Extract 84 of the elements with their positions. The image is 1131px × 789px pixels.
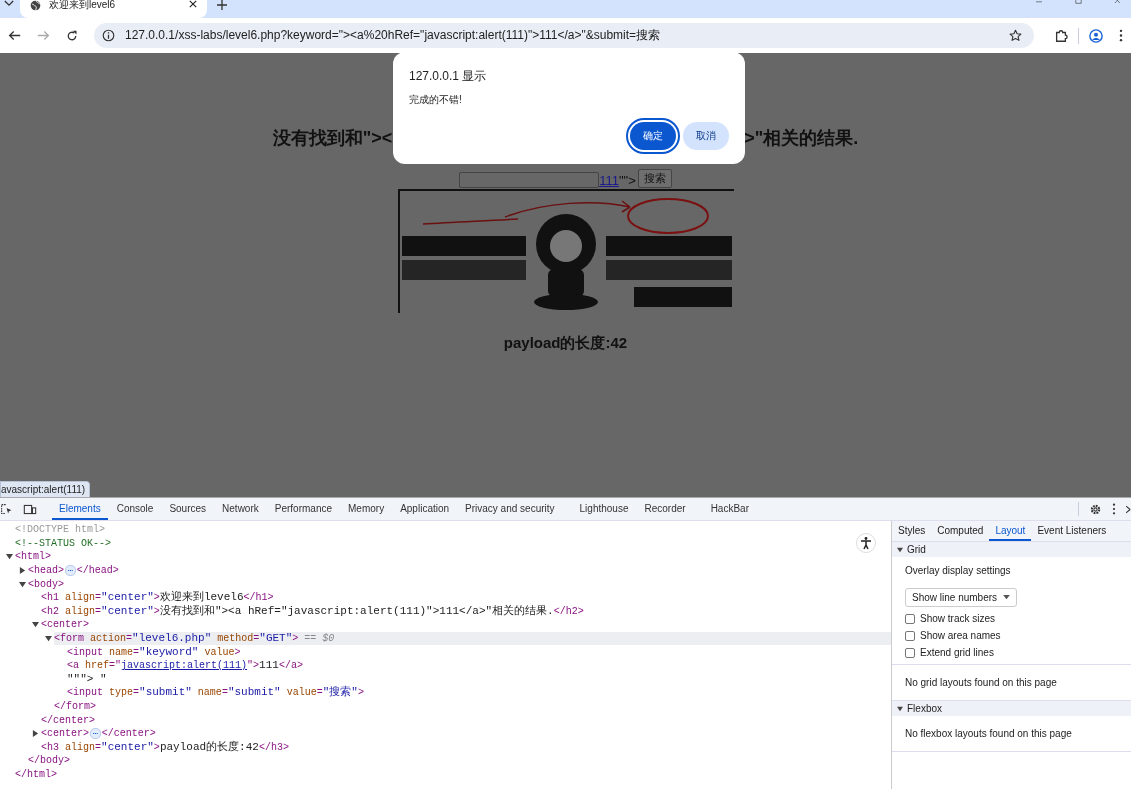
empty-message: No flexbox layouts found on this page (892, 716, 1131, 752)
sidebar-tab[interactable]: Event Listeners (1031, 521, 1113, 541)
chevron-down-icon[interactable] (4, 0, 14, 7)
dom-node[interactable]: <h2 align="center">没有找到和"><a hRef="javascript:alert(111)">111</a>"相关的结果.</h2> (41, 604, 891, 618)
devtools-tab[interactable]: Network (215, 498, 266, 520)
dialog-message: 完成的不错! (409, 93, 463, 107)
more-icon[interactable] (1112, 503, 1116, 515)
back-icon[interactable] (8, 29, 21, 42)
page-heading: 没有找到和">< (272, 127, 393, 150)
dom-node[interactable]: <body> (28, 577, 891, 591)
checkbox[interactable] (905, 613, 915, 624)
devtools-tab[interactable]: Memory (341, 498, 392, 520)
globe-icon (30, 0, 41, 11)
dom-node[interactable]: <html> (15, 550, 891, 564)
reload-icon[interactable] (66, 29, 78, 42)
cancel-button[interactable]: 取消 (683, 122, 729, 150)
section-title: Flexbox (907, 703, 942, 714)
dom-node[interactable]: <input name="keyword" value> (67, 645, 891, 659)
info-icon[interactable] (102, 29, 115, 42)
sidebar-tab[interactable]: Styles (892, 521, 932, 541)
devtools-tab[interactable]: Performance (267, 498, 339, 520)
devtools-tab[interactable]: Sources (162, 498, 214, 520)
caret-icon (1003, 595, 1011, 600)
collapsed-arrow-icon[interactable] (32, 730, 39, 738)
dom-node[interactable]: <form action="level6.php" method="GET"> == $0 (54, 632, 891, 646)
accessibility-icon[interactable] (856, 533, 876, 553)
star-icon[interactable] (1009, 29, 1022, 42)
dom-node[interactable]: """> " (67, 672, 891, 686)
section-header[interactable]: Flexbox (892, 701, 1131, 716)
maximize-icon[interactable] (1074, 0, 1083, 6)
dom-node[interactable]: <input type="submit" name="submit" value="搜索"> (67, 686, 891, 700)
page-heading: >"相关的结果. (744, 127, 859, 150)
devtools-tab[interactable]: Elements (52, 498, 108, 520)
devtools-tab[interactable]: Privacy and security (458, 498, 562, 520)
expanded-arrow-icon[interactable] (6, 553, 13, 561)
checkbox[interactable] (905, 647, 915, 658)
payload-length: payload的长度:42 (503, 334, 628, 353)
tab-title: 欢迎来到level6 (49, 0, 117, 10)
address-bar[interactable]: 127.0.0.1/xss-labs/level6.php?keyword="><a%20hRef="javascript:alert(111)">111</a>"&submit=搜索 (94, 23, 1034, 48)
dom-node[interactable]: </html> (15, 768, 891, 781)
devtools-tab[interactable]: Console (109, 498, 161, 520)
checkbox[interactable] (905, 630, 915, 641)
dom-node[interactable]: <a href="javascript:alert(111)">111</a> (67, 659, 891, 673)
dom-node[interactable]: </body> (28, 754, 891, 768)
puzzle-icon[interactable] (1054, 28, 1068, 43)
dom-node[interactable]: <center> (41, 618, 891, 632)
status-url: avascript:alert(111) (0, 481, 91, 497)
close-icon[interactable] (189, 0, 197, 8)
dom-node[interactable]: <h3 align="center">payload的长度:42</h3> (41, 740, 891, 754)
page-text: ""> (618, 173, 636, 188)
checkbox-label: Extend grid lines (920, 647, 994, 658)
checkbox-label: Show track sizes (920, 613, 996, 624)
profile-icon[interactable] (1089, 28, 1103, 43)
devtools-tab[interactable]: Lighthouse (572, 498, 636, 520)
url-text: 127.0.0.1/xss-labs/level6.php?keyword="><a%20hRef="javascript:alert(111)">111</a>"&submit=搜索 (125, 27, 661, 44)
section-header[interactable]: Grid (892, 542, 1131, 557)
device-icon[interactable] (23, 502, 37, 516)
collapsed-arrow-icon[interactable] (19, 567, 26, 575)
devtools-tab[interactable]: HackBar (703, 498, 756, 520)
dom-node[interactable]: <!--STATUS OK--> (15, 536, 891, 550)
plus-icon[interactable] (217, 0, 227, 10)
checkbox-label: Show area names (920, 630, 1001, 641)
dom-node[interactable]: </form> (54, 700, 891, 713)
section-title: Grid (907, 544, 926, 555)
overlay-settings-label: Overlay display settings (905, 565, 1012, 576)
devtools-tab[interactable]: Recorder (637, 498, 693, 520)
close-icon[interactable] (1126, 504, 1131, 514)
menu-icon[interactable] (1119, 29, 1123, 42)
settings-icon[interactable] (1089, 502, 1102, 516)
dom-node[interactable]: </center> (41, 713, 891, 727)
devtools-tab[interactable]: Application (393, 498, 457, 520)
line-numbers-dropdown[interactable]: Show line numbers (905, 588, 1018, 607)
dom-node[interactable]: <head> ⋯ </head> (28, 564, 891, 578)
expanded-arrow-icon[interactable] (45, 635, 52, 643)
dom-node[interactable]: <center> ⋯ </center> (41, 727, 891, 741)
expanded-arrow-icon[interactable] (32, 621, 39, 629)
dom-node[interactable]: <h1 align="center">欢迎来到level6</h1> (41, 591, 891, 605)
expanded-arrow-icon[interactable] (19, 580, 26, 588)
sidebar-tab[interactable]: Computed (931, 521, 990, 541)
dialog-title: 127.0.0.1 显示 (409, 68, 488, 85)
browser-tab[interactable]: 欢迎来到level6 (20, 0, 207, 18)
search-button[interactable]: 搜索 (637, 169, 672, 188)
inspect-icon[interactable] (0, 502, 13, 516)
keyword-input[interactable] (459, 172, 600, 188)
